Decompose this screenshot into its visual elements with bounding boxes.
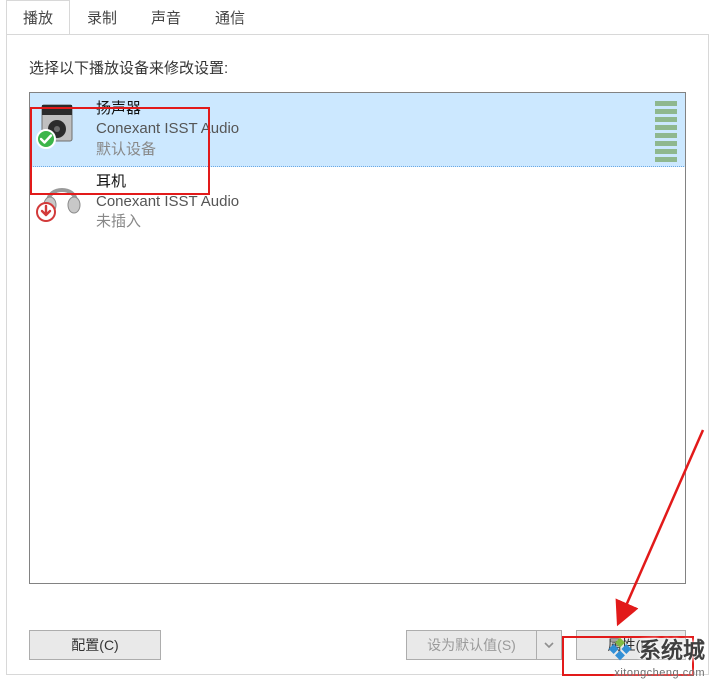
watermark-url: xitongcheng.com [614,667,705,679]
set-default-button[interactable]: 设为默认值(S) [406,630,536,660]
tab-communications[interactable]: 通信 [198,0,262,35]
tab-bar: 播放 录制 声音 通信 [0,0,715,34]
speaker-icon [38,99,86,147]
device-desc: Conexant ISST Audio [96,119,239,139]
tab-recording[interactable]: 录制 [70,0,134,35]
properties-button[interactable]: 属性(P) [576,630,686,660]
device-list[interactable]: 扬声器 Conexant ISST Audio 默认设备 [29,92,686,584]
tab-sounds[interactable]: 声音 [134,0,198,35]
unplugged-badge-icon [36,202,56,222]
device-status: 未插入 [96,212,239,232]
device-desc: Conexant ISST Audio [96,192,239,212]
volume-level-indicator [655,101,677,162]
chevron-down-icon [544,642,554,648]
device-name: 耳机 [96,172,239,192]
set-default-dropdown[interactable] [536,630,562,660]
button-row: 配置(C) 设为默认值(S) 属性(P) [29,630,686,660]
configure-button[interactable]: 配置(C) [29,630,161,660]
headphones-icon [38,172,86,220]
device-status: 默认设备 [96,140,239,160]
device-item-speaker[interactable]: 扬声器 Conexant ISST Audio 默认设备 [29,92,686,167]
check-badge-icon [36,129,56,149]
playback-panel: 选择以下播放设备来修改设置: 扬声器 Conexant ISST Audio [6,34,709,675]
device-item-headphones[interactable]: 耳机 Conexant ISST Audio 未插入 [30,166,685,239]
instruction-text: 选择以下播放设备来修改设置: [29,57,686,78]
device-name: 扬声器 [96,99,239,119]
tab-playback[interactable]: 播放 [6,0,70,35]
